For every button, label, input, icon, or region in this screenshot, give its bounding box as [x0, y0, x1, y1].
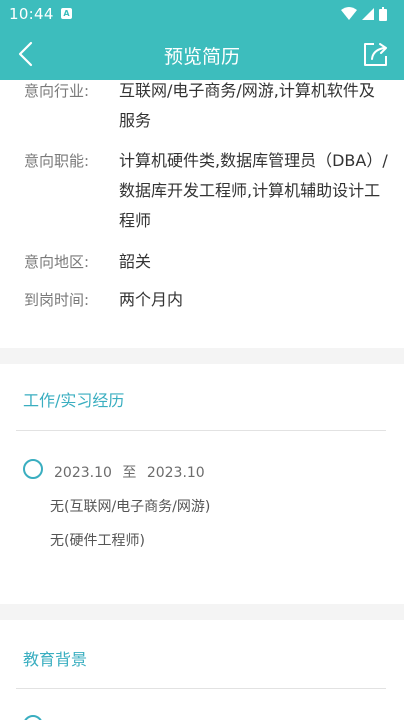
section-gap [0, 604, 404, 620]
section-divider [16, 688, 386, 689]
intent-value: 计算机硬件类,数据库管理员（DBA）/数据库开发工程师,计算机辅助设计工程师 [119, 151, 388, 230]
share-button[interactable] [362, 40, 390, 68]
status-bar: 10:44 A [0, 0, 404, 28]
intent-label: 意向职能: [24, 152, 90, 170]
share-icon [364, 43, 387, 66]
intent-value: 韶关 [119, 252, 152, 271]
intent-value: 互联网/电子商务/网游,计算机软件及服务 [119, 81, 375, 130]
status-icons [340, 6, 396, 22]
timeline-dot-icon [23, 459, 43, 479]
section-gap [0, 348, 404, 364]
experience-date-separator: 至 [122, 465, 137, 481]
resume-content[interactable]: 意向行业: 互联网/电子商务/网游,计算机软件及服务 意向职能: 计算机硬件类,… [0, 80, 404, 720]
education-title: 教育背景 [23, 650, 88, 669]
intent-value: 两个月内 [119, 290, 184, 309]
experience-date-range: 2023.10 至 2023.10 [54, 462, 205, 482]
wifi-icon [341, 7, 357, 20]
timeline-dot-icon [23, 715, 43, 720]
notification-icon: A [61, 8, 72, 19]
experience-position: 无(硬件工程师) [50, 533, 145, 549]
signal-icon [362, 8, 374, 20]
work-experience-title: 工作/实习经历 [23, 391, 125, 410]
status-time: 10:44 [9, 5, 54, 23]
page-title: 预览简历 [163, 46, 240, 68]
nav-bar: 预览简历 [0, 28, 404, 80]
section-divider [16, 430, 386, 431]
intent-label: 到岗时间: [24, 291, 90, 309]
experience-end-date: 2023.10 [146, 465, 205, 481]
battery-icon [379, 7, 387, 21]
intent-label: 意向行业: [24, 82, 90, 100]
experience-company: 无(互联网/电子商务/网游) [50, 499, 211, 515]
intent-label: 意向地区: [24, 253, 90, 271]
experience-start-date: 2023.10 [54, 465, 112, 481]
